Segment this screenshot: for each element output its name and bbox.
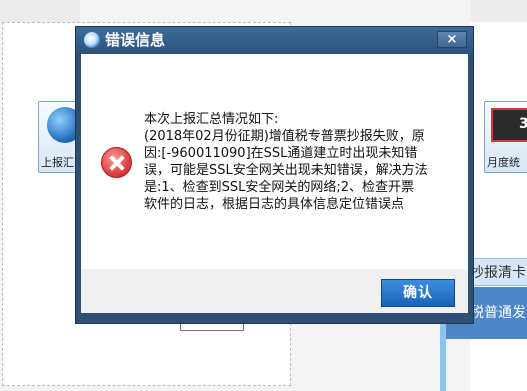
confirm-button[interactable]: 确认 <box>381 279 455 307</box>
close-button[interactable]: × <box>437 31 467 48</box>
monthly-stats-tile-label: 月度统 <box>487 156 520 169</box>
app-logo-icon <box>84 32 100 48</box>
monthly-stats-number: 3 <box>519 116 527 132</box>
error-dialog: 错误信息 × 本次上报汇总情况如下: (2018年02月份征期)增值税专普票抄报… <box>75 26 474 324</box>
report-summary-tile-label: 上报汇 <box>41 156 74 169</box>
message-line: 软件的日志，根据日志的具体信息定位错误点 <box>144 197 405 212</box>
dialog-content: 本次上报汇总情况如下: (2018年02月份征期)增值税专普票抄报失败，原 因:… <box>81 54 468 269</box>
message-line: 误，可能是SSL安全网关出现未知错误，解决方法 <box>144 163 428 178</box>
dialog-titlebar[interactable]: 错误信息 × <box>76 27 473 53</box>
message-line: 本次上报汇总情况如下: <box>144 112 279 127</box>
error-message: 本次上报汇总情况如下: (2018年02月份征期)增值税专普票抄报失败，原 因:… <box>144 111 464 213</box>
dialog-title: 错误信息 <box>105 31 166 49</box>
monitor-icon: 3 <box>491 108 527 142</box>
background-toolbar-right <box>471 0 527 22</box>
message-line: 是:1、检查到SSL安全网关的网络;2、检查开票 <box>144 180 415 195</box>
message-line: 因:[-960011090]在SSL通道建立时出现未知错 <box>144 146 418 161</box>
dialog-footer: 确认 <box>81 269 468 313</box>
message-line: (2018年02月份征期)增值税专普票抄报失败，原 <box>144 129 425 144</box>
background-toolbar-left <box>0 0 80 22</box>
error-x-icon <box>101 147 132 178</box>
monthly-stats-tile[interactable]: 3 月度统 <box>484 101 527 173</box>
